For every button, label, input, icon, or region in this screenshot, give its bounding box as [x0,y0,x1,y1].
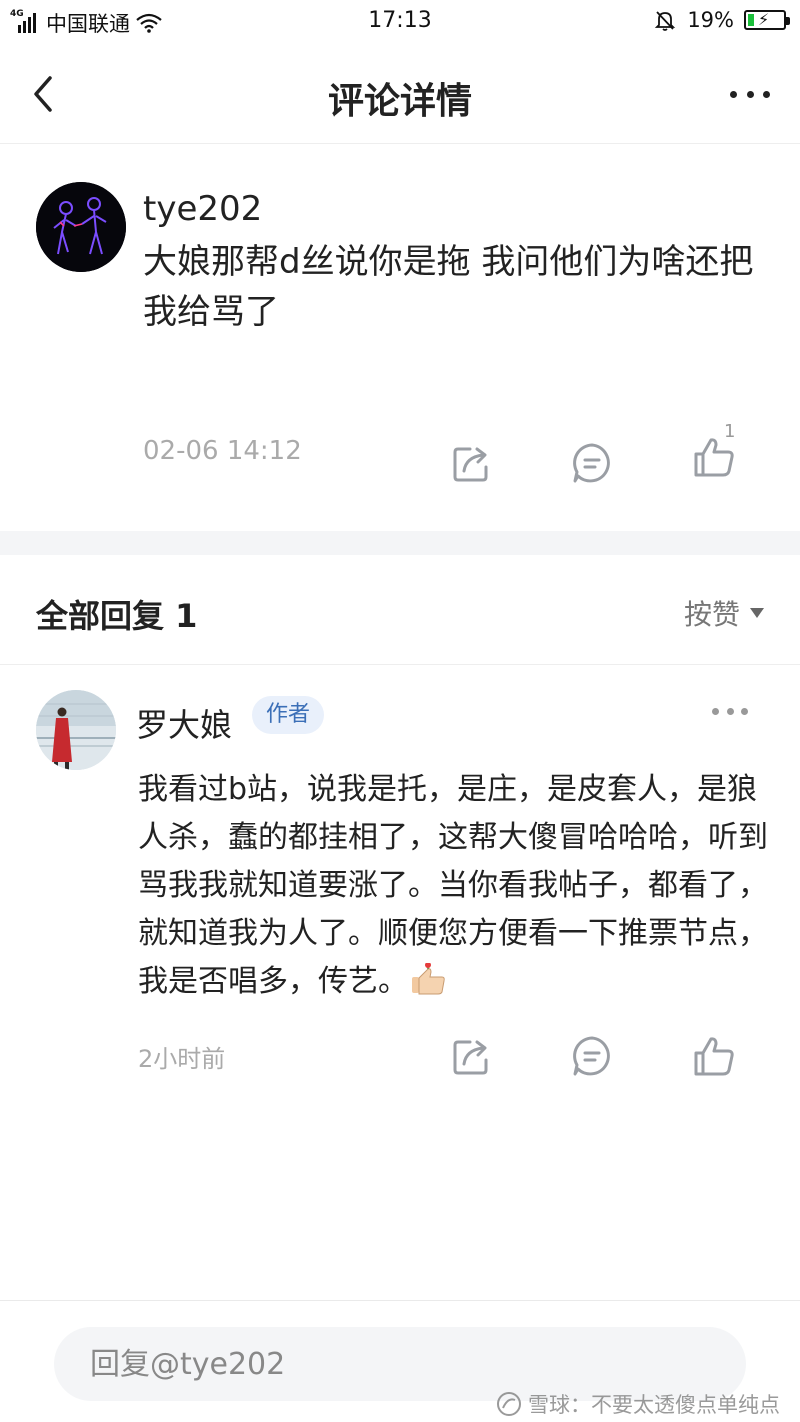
battery-percent: 19% [687,8,734,32]
more-dots-icon[interactable] [712,708,748,718]
nav-bar: 评论详情 [0,44,800,144]
reply-username[interactable]: 罗大娘 [136,700,232,746]
reply-item: 罗大娘 作者 我看过b站，说我是托，是庄，是皮套人，是狼人杀，蠢的都挂相了，这帮… [0,666,800,1086]
battery-fill [748,14,754,26]
status-bar: 4G 中国联通 17:13 19% ⚡ [0,0,800,44]
caret-down-icon [750,608,764,618]
comment-icon[interactable] [570,441,614,485]
neon-figures-avatar-image [36,182,126,272]
comment-timestamp: 02-06 14:12 [143,436,302,466]
reply-text: 我看过b站，说我是托，是庄，是皮套人，是狼人杀，蠢的都挂相了，这帮大傻冒哈哈哈，… [138,772,768,999]
battery-icon: ⚡ [744,10,790,30]
sort-label: 按赞 [683,598,740,631]
comment-username[interactable]: tye202 [143,189,262,229]
bottom-bar: 雪球：不要太透傻点单纯点 [0,1300,800,1422]
watermark-text: 雪球：不要太透傻点单纯点 [528,1393,780,1417]
replies-header: 全部回复 1 按赞 [0,555,800,665]
section-divider [0,531,800,555]
comment-icon[interactable] [570,1034,614,1078]
share-icon[interactable] [450,1034,494,1078]
comment-text: 大娘那帮d丝说你是拖 我问他们为啥还把我给骂了 [143,242,754,332]
avatar[interactable] [36,690,116,770]
woman-photo-avatar-image [36,690,116,770]
author-badge: 作者 [252,696,325,734]
snowball-logo-icon [497,1392,521,1416]
reply-text-block: 我看过b站，说我是托，是庄，是皮套人，是狼人杀，蠢的都挂相了，这帮大傻冒哈哈哈，… [138,766,778,1006]
share-icon[interactable] [450,441,494,485]
page-title: 评论详情 [327,81,472,122]
watermark: 雪球：不要太透傻点单纯点 [496,1389,780,1419]
like-count: 1 [724,421,736,442]
thumbs-up-flower-emoji-icon [412,963,445,995]
like-icon[interactable] [692,1034,736,1078]
mute-bell-icon [655,11,676,31]
replies-title: 全部回复 1 [36,597,198,635]
avatar[interactable] [36,182,126,272]
reply-timestamp: 2小时前 [138,1045,226,1073]
more-dots-icon[interactable] [730,82,770,106]
main-comment: tye202 大娘那帮d丝说你是拖 我问他们为啥还把我给骂了 02-06 14:… [0,145,800,531]
sort-dropdown[interactable]: 按赞 [684,593,764,633]
status-right: 19% ⚡ [653,8,790,32]
